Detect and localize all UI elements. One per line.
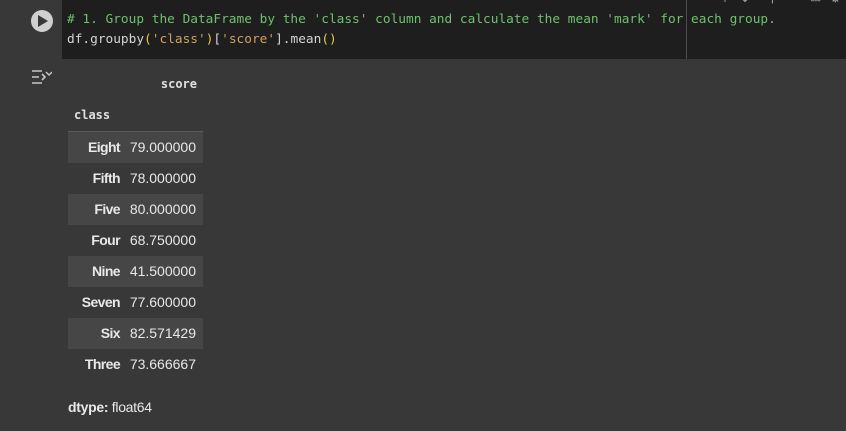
code-string-score: 'score' [221, 32, 276, 47]
table-row: Seven 77.600000 [68, 287, 203, 318]
code-statement-line: df.groupby('class')['score'].mean() [67, 32, 337, 48]
row-label: Four [91, 232, 120, 248]
move-down-icon[interactable]: ↓ [740, 0, 750, 4]
run-cell-button[interactable] [31, 10, 53, 32]
code-bracket-open: [ [213, 32, 222, 47]
output-actions-icon[interactable] [30, 68, 53, 86]
row-label: Eight [68, 131, 126, 163]
row-label: Seven [81, 294, 121, 310]
table-row: Eight 79.000000 [68, 131, 203, 163]
row-value: 82.571429 [129, 325, 196, 341]
code-method: .mean [282, 32, 322, 47]
code-string-class: 'class' [151, 32, 206, 47]
row-value: 73.666667 [129, 356, 196, 372]
row-value: 80.000000 [129, 201, 196, 217]
row-value: 77.600000 [129, 294, 196, 310]
row-value: 79.000000 [126, 131, 203, 163]
table-row: Six 82.571429 [68, 318, 203, 349]
link-icon[interactable]: ⚲ [768, 0, 777, 4]
table-row: Four 68.750000 [68, 225, 203, 256]
code-editor[interactable]: # 1. Group the DataFrame by the 'class' … [62, 0, 846, 59]
dtype-line: dtype: float64 [68, 399, 152, 415]
play-icon [38, 15, 48, 27]
comment-icon[interactable]: ▭ [810, 0, 821, 4]
row-label: Five [94, 201, 120, 217]
cell-output: score class Eight 79.000000 Fifth 78.000… [0, 59, 846, 431]
settings-icon[interactable]: ⚙ [830, 0, 841, 4]
dtype-label: dtype: [68, 399, 109, 415]
code-cell[interactable]: # 1. Group the DataFrame by the 'class' … [0, 0, 846, 59]
code-bracket-close: ] [275, 32, 283, 47]
column-header-score: score [160, 77, 197, 91]
row-value: 78.000000 [129, 170, 196, 186]
row-value: 68.750000 [129, 232, 196, 248]
row-label: Nine [92, 263, 121, 279]
series-table: score class Eight 79.000000 Fifth 78.000… [68, 69, 203, 380]
row-label: Three [84, 356, 121, 372]
row-label: Fifth [92, 170, 121, 186]
dtype-value: float64 [111, 399, 152, 415]
table-row: Fifth 78.000000 [68, 163, 203, 194]
code-comment-line: # 1. Group the DataFrame by the 'class' … [67, 12, 776, 27]
code-paren-open: ( [144, 32, 152, 47]
move-up-icon[interactable]: ↑ [720, 0, 730, 4]
index-name-class: class [74, 108, 111, 122]
code-call-parens: () [321, 32, 337, 47]
table-corner-cell [68, 69, 126, 100]
editor-ruler [686, 0, 687, 59]
table-row: Three 73.666667 [68, 349, 203, 380]
row-label: Six [100, 325, 121, 341]
notebook-page: # 1. Group the DataFrame by the 'class' … [0, 0, 846, 431]
table-row: Nine 41.500000 [68, 256, 203, 287]
index-header-spacer [126, 100, 203, 132]
code-call-prefix: df.groupby [67, 32, 145, 47]
cell-toolbar: ↑ ↓ ⚲ ▭ ⚙ [706, 0, 846, 6]
row-value: 41.500000 [129, 263, 196, 279]
table-row: Five 80.000000 [68, 194, 203, 225]
